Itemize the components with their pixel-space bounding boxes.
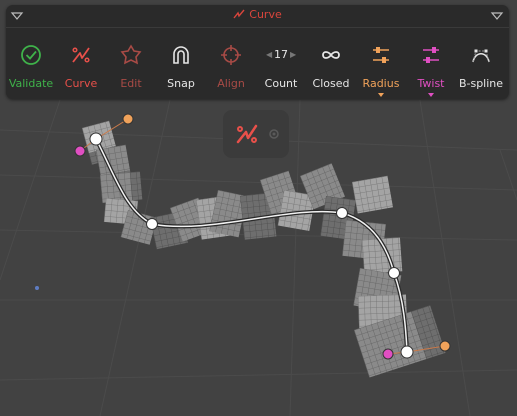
control-point[interactable] <box>146 218 158 230</box>
edit-shape-icon <box>120 44 142 65</box>
crosshair-icon <box>221 45 241 65</box>
bspline-label: B-spline <box>458 77 504 90</box>
bspline-icon <box>472 49 490 63</box>
dropdown-indicator-icon <box>428 93 434 97</box>
curve-tool-panel: Curve Validate Curve Edit Snap Align ◀ 1… <box>6 5 509 99</box>
validate-button[interactable]: Validate <box>6 29 56 97</box>
panel-title-text: Curve <box>249 8 282 21</box>
twist-handle[interactable] <box>74 145 86 157</box>
increment-arrow-icon[interactable]: ▶ <box>290 50 296 59</box>
twist-slider-icon <box>423 47 439 63</box>
radius-handle[interactable] <box>439 340 451 352</box>
radius-slider-icon <box>373 47 389 63</box>
infinity-icon <box>322 51 340 59</box>
count-value[interactable]: 17 <box>256 48 306 61</box>
count-stepper[interactable]: ◀ 17 ▶ Count <box>256 29 306 97</box>
bspline-button[interactable]: B-spline <box>456 29 506 97</box>
control-point[interactable] <box>400 345 414 359</box>
panel-title: Curve <box>6 8 509 21</box>
control-point[interactable] <box>336 207 348 219</box>
align-button[interactable]: Align <box>206 29 256 97</box>
radius-handle[interactable] <box>122 113 134 125</box>
twist-handle[interactable] <box>382 348 394 360</box>
check-circle-icon <box>21 45 41 65</box>
panel-header: Curve <box>6 5 509 28</box>
twist-button[interactable]: Twist <box>406 29 456 97</box>
snap-button[interactable]: Snap <box>156 29 206 97</box>
curve-icon <box>233 9 245 19</box>
magnet-icon <box>173 46 189 64</box>
curve-button[interactable]: Curve <box>56 29 106 97</box>
menu-triangle-icon[interactable] <box>490 10 504 22</box>
axis-dot <box>35 286 39 290</box>
toolbar: Validate Curve Edit Snap Align ◀ 17 ▶ Co… <box>6 29 509 99</box>
edit-button[interactable]: Edit <box>106 29 156 97</box>
curve-icon <box>72 47 90 63</box>
radius-button[interactable]: Radius <box>356 29 406 97</box>
closed-button[interactable]: Closed <box>306 29 356 97</box>
floating-curve-button[interactable] <box>223 110 289 158</box>
control-point[interactable] <box>89 132 103 146</box>
gear-icon[interactable] <box>267 127 281 141</box>
curve-icon <box>236 124 258 144</box>
control-point[interactable] <box>388 267 400 279</box>
dropdown-indicator-icon <box>378 93 384 97</box>
